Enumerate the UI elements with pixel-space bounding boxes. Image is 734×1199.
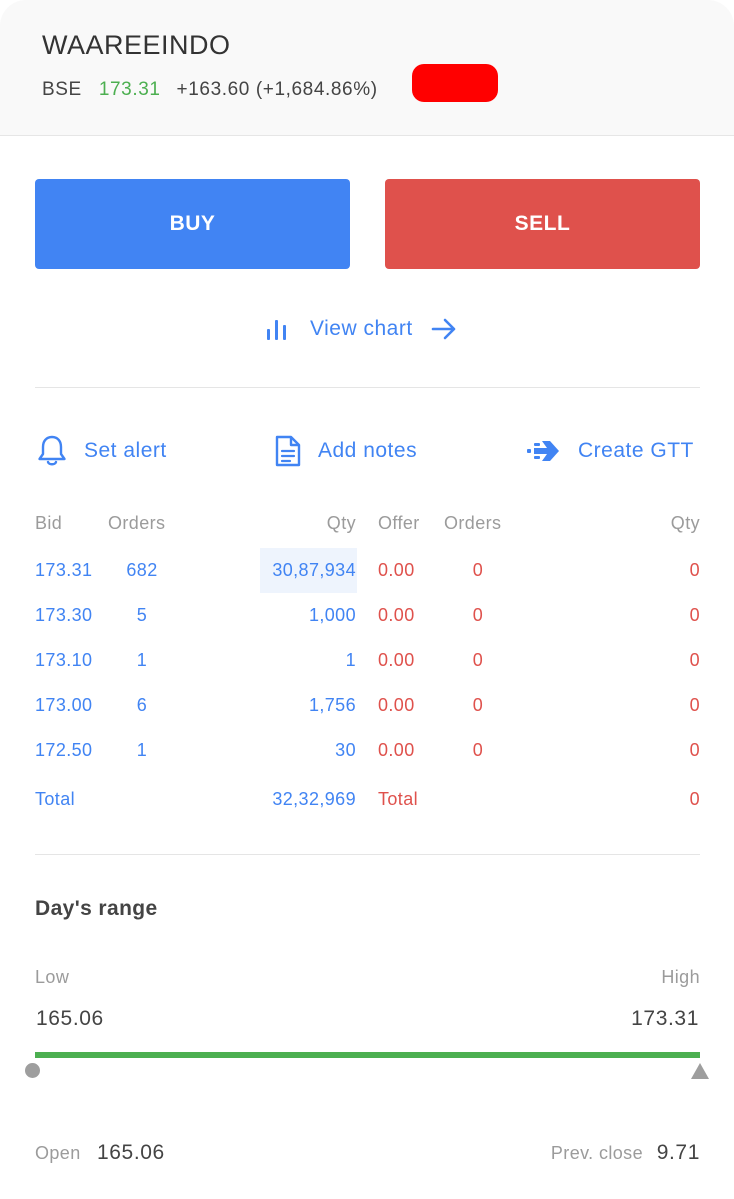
buy-button[interactable]: BUY (35, 179, 350, 269)
order-sheet: WAAREEINDO BSE 173.31 +163.60 (+1,684.86… (0, 0, 734, 1199)
offer-price: 0.00 (378, 560, 415, 580)
offer-price: 0.00 (378, 695, 415, 715)
offer-orders: 0 (472, 740, 484, 760)
sell-button[interactable]: SELL (385, 179, 700, 269)
offer-qty: 0 (689, 740, 700, 760)
create-gtt-label: Create GTT (578, 439, 694, 462)
table-row[interactable]: 173.10 1 1 0.00 0 0 (0, 638, 734, 683)
offer-qty: 0 (689, 605, 700, 625)
days-range-title: Day's range (35, 897, 158, 920)
offer-qty: 0 (689, 650, 700, 670)
open-label: Open (35, 1143, 81, 1163)
bid-qty: 30,87,934 (272, 560, 356, 580)
divider (35, 387, 700, 388)
arrow-right-icon (431, 318, 455, 340)
bid-total-qty: 32,32,969 (272, 789, 356, 809)
bid-orders: 5 (136, 605, 148, 625)
bar-chart-icon (267, 320, 286, 340)
bid-orders: 6 (136, 695, 148, 715)
bid-total-label: Total (35, 789, 76, 809)
bid-orders: 1 (136, 740, 148, 760)
document-icon (275, 435, 301, 467)
create-gtt-button[interactable]: Create GTT (526, 431, 694, 471)
last-traded-price: 173.31 (98, 79, 161, 100)
prev-close-label: Prev. close (550, 1143, 643, 1163)
offer-orders: 0 (472, 605, 484, 625)
market-depth-header: Bid Orders Qty Offer Orders Qty (0, 506, 734, 548)
instrument-symbol: WAAREEINDO (42, 30, 231, 60)
offer-orders: 0 (472, 560, 484, 580)
high-label: High (661, 967, 700, 987)
bid-qty: 30 (335, 740, 356, 760)
offer-total-label: Total (378, 789, 419, 809)
offer-qty: 0 (689, 695, 700, 715)
header-bid-qty: Qty (326, 513, 356, 533)
header-offer-qty: Qty (670, 513, 700, 533)
days-range-fill (35, 1052, 700, 1058)
header-bid: Bid (35, 513, 63, 533)
instrument-header: WAAREEINDO BSE 173.31 +163.60 (+1,684.86… (0, 0, 734, 136)
low-value: 165.06 (36, 1007, 104, 1030)
bid-price: 173.00 (35, 695, 93, 715)
prev-close-value: 9.71 (656, 1141, 700, 1164)
table-row[interactable]: 173.00 6 1,756 0.00 0 0 (0, 683, 734, 728)
bell-icon (38, 435, 66, 466)
bid-price: 172.50 (35, 740, 93, 760)
view-chart-link[interactable]: View chart (264, 312, 457, 346)
open-marker-dot (25, 1063, 40, 1078)
set-alert-label: Set alert (84, 439, 167, 462)
market-depth-table: Bid Orders Qty Offer Orders Qty 173.31 6… (0, 506, 734, 822)
offer-orders: 0 (472, 650, 484, 670)
divider (35, 854, 700, 855)
offer-price: 0.00 (378, 740, 415, 760)
bid-qty: 1 (345, 650, 356, 670)
table-row[interactable]: 172.50 1 30 0.00 0 0 (0, 728, 734, 773)
market-depth-totals: Total 32,32,969 Total 0 (0, 777, 734, 822)
bid-orders: 1 (136, 650, 148, 670)
header-offer: Offer (378, 513, 420, 533)
offer-total-qty: 0 (689, 789, 700, 809)
add-notes-button[interactable]: Add notes (274, 431, 417, 471)
bid-price: 173.31 (35, 560, 93, 580)
high-value: 173.31 (631, 1007, 699, 1030)
bid-price: 173.10 (35, 650, 93, 670)
header-offer-orders: Orders (444, 513, 502, 533)
price-change: +163.60 (+1,684.86%) (176, 79, 378, 100)
set-alert-button[interactable]: Set alert (36, 431, 167, 471)
ltp-marker-triangle (691, 1063, 709, 1079)
view-chart-label: View chart (310, 317, 413, 340)
table-row[interactable]: 173.30 5 1,000 0.00 0 0 (0, 593, 734, 638)
fast-forward-arrow-icon (527, 441, 559, 461)
offer-price: 0.00 (378, 605, 415, 625)
bid-qty: 1,000 (308, 605, 356, 625)
bid-orders: 682 (126, 560, 158, 580)
redaction-mark (412, 64, 498, 102)
bid-qty: 1,756 (308, 695, 356, 715)
quote-line: BSE 173.31 +163.60 (+1,684.86%) (42, 78, 378, 102)
offer-orders: 0 (472, 695, 484, 715)
table-row[interactable]: 173.31 682 30,87,934 0.00 0 0 (0, 548, 734, 593)
add-notes-label: Add notes (318, 439, 418, 462)
offer-qty: 0 (689, 560, 700, 580)
header-bid-orders: Orders (108, 513, 166, 533)
open-value: 165.06 (97, 1141, 165, 1164)
offer-price: 0.00 (378, 650, 415, 670)
days-range-track (35, 1052, 700, 1058)
exchange-label: BSE (42, 79, 82, 100)
bid-price: 173.30 (35, 605, 93, 625)
low-label: Low (35, 967, 70, 987)
